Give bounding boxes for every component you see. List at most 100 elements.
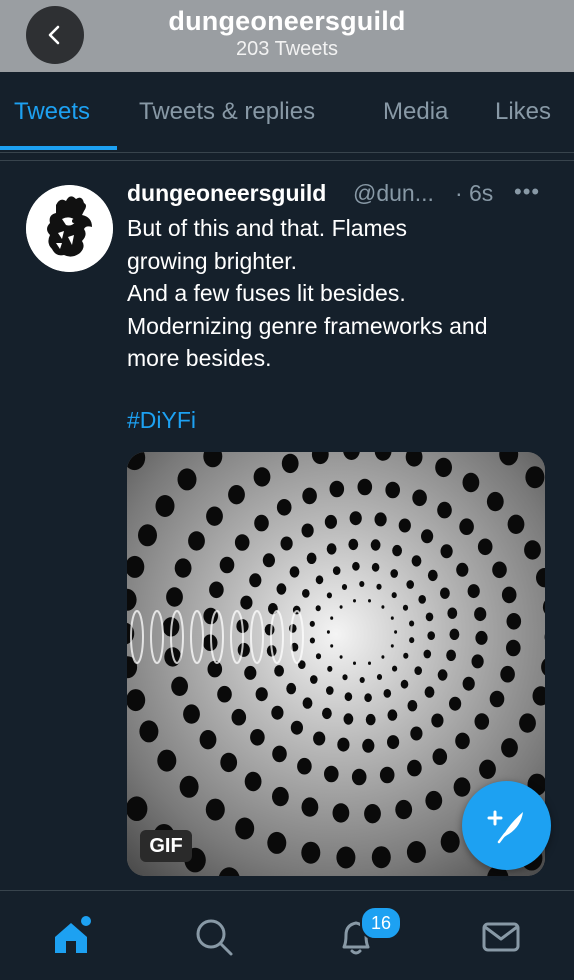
tunnel-dot xyxy=(330,644,333,647)
tunnel-dot xyxy=(316,575,324,584)
tunnel-dot xyxy=(433,748,448,765)
tunnel-dot xyxy=(272,787,289,806)
messages-icon xyxy=(477,913,525,961)
author-name[interactable]: dungeoneersguild xyxy=(127,180,326,207)
tunnel-dot xyxy=(307,553,317,564)
tunnel-dot xyxy=(447,608,457,619)
tunnel-dot xyxy=(232,709,247,726)
tunnel-dot xyxy=(228,485,245,504)
tunnel-dot xyxy=(525,466,544,488)
tunnel-dot xyxy=(267,832,286,854)
tunnel-dot xyxy=(337,738,349,752)
tunnel-dot xyxy=(392,666,397,672)
tunnel-dot xyxy=(366,714,376,725)
tunnel-dot xyxy=(178,468,197,490)
tunnel-dot xyxy=(388,709,398,720)
separator-dot: · xyxy=(455,180,463,207)
tunnel-dot xyxy=(350,511,362,525)
tunnel-dot xyxy=(208,661,223,678)
tunnel-dot xyxy=(127,796,147,821)
active-tab-indicator xyxy=(0,146,117,150)
author-handle[interactable]: @dun... xyxy=(353,180,434,207)
tunnel-dot xyxy=(291,721,303,735)
tweet-count: 203 Tweets xyxy=(0,38,574,61)
tunnel-dot xyxy=(435,458,452,477)
tunnel-dot xyxy=(200,730,217,749)
tunnel-dot xyxy=(327,666,332,672)
tunnel-dot xyxy=(403,605,408,611)
more-options-button[interactable]: ••• xyxy=(514,179,540,205)
tunnel-dot xyxy=(359,581,364,587)
tunnel-dot xyxy=(333,803,350,822)
tunnel-dot xyxy=(268,603,278,614)
tunnel-dot xyxy=(358,479,373,496)
tunnel-dot xyxy=(344,713,354,724)
tunnel-dot xyxy=(256,687,268,701)
bottom-navigation xyxy=(0,890,574,980)
tunnel-dot xyxy=(519,713,536,732)
tunnel-dot xyxy=(352,562,360,571)
tunnel-dot xyxy=(440,588,450,599)
tunnel-dot xyxy=(412,555,422,566)
tunnel-dot xyxy=(310,675,318,684)
tunnel-dot xyxy=(353,662,356,665)
tunnel-dot xyxy=(127,689,145,711)
tunnel-dot xyxy=(431,714,443,728)
tunnel-dot xyxy=(139,720,158,742)
tunnel-dot xyxy=(209,582,224,599)
avatar[interactable] xyxy=(26,185,113,272)
tunnel-dot xyxy=(324,766,339,783)
tweet-text-line: Modernizing genre frameworks and xyxy=(127,310,557,343)
tunnel-dot xyxy=(407,841,426,863)
nav-home-button[interactable] xyxy=(49,913,97,961)
tunnel-dot xyxy=(381,655,384,658)
tunnel-dot xyxy=(414,666,422,675)
tweet-text-line: more besides. xyxy=(127,342,557,375)
tab-tweets[interactable]: Tweets xyxy=(14,98,90,126)
tunnel-dot xyxy=(245,772,262,791)
rooster-logo-icon xyxy=(26,185,113,272)
tunnel-dot xyxy=(353,599,356,602)
tunnel-dot xyxy=(394,630,397,633)
tunnel-dot xyxy=(421,529,433,543)
tunnel-dot xyxy=(340,655,343,658)
tunnel-dot xyxy=(502,587,517,604)
tweet-timestamp[interactable]: 6s xyxy=(469,180,493,207)
tunnel-dot xyxy=(372,846,391,868)
tunnel-dot xyxy=(391,644,394,647)
tunnel-dot xyxy=(390,569,398,578)
compose-tweet-button[interactable] xyxy=(462,781,551,870)
tab-likes[interactable]: Likes xyxy=(495,98,551,126)
tunnel-dot xyxy=(322,708,332,719)
tunnel-dot xyxy=(406,580,414,589)
tunnel-dot xyxy=(240,596,252,610)
nav-messages-button[interactable] xyxy=(477,913,525,961)
tab-tweets-and-replies[interactable]: Tweets & replies xyxy=(139,98,315,126)
tunnel-dot xyxy=(286,683,296,694)
tunnel-dot xyxy=(303,697,313,708)
tunnel-dot xyxy=(206,799,225,821)
tweet-text-line: And a few fuses lit besides. xyxy=(127,277,557,310)
tunnel-dot xyxy=(254,467,271,486)
tunnel-dot xyxy=(395,800,412,819)
tunnel-dot xyxy=(409,637,414,643)
tunnel-dot xyxy=(384,689,392,698)
tunnel-dot xyxy=(274,665,284,676)
tunnel-dot xyxy=(381,605,384,608)
tunnel-dot xyxy=(302,797,319,816)
tunnel-dot xyxy=(410,727,422,741)
divider xyxy=(0,160,574,161)
tunnel-dot xyxy=(244,666,256,680)
tunnel-dot xyxy=(310,638,315,644)
tweet-header: dungeoneersguild @dun... · 6s ••• xyxy=(127,180,557,210)
tunnel-dot xyxy=(235,818,254,840)
tunnel-dot xyxy=(492,562,507,579)
tunnel-dot xyxy=(450,629,460,640)
tunnel-dot xyxy=(392,592,397,598)
tunnel-dot xyxy=(220,753,237,772)
hashtag-link[interactable]: #DiYFi xyxy=(127,407,196,434)
tweet-body: But of this and that. Flames growing bri… xyxy=(127,212,557,375)
tab-media[interactable]: Media xyxy=(383,98,448,126)
nav-search-button[interactable] xyxy=(190,913,238,961)
tunnel-dot xyxy=(327,592,332,598)
